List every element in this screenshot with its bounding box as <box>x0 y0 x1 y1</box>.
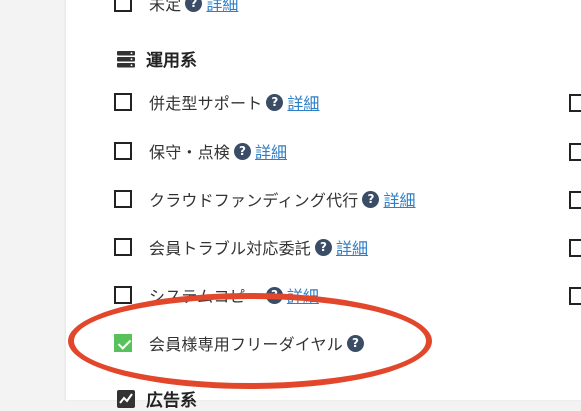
option-row[interactable]: クラウドファンディング代行 ? 詳細 <box>114 186 416 212</box>
option-label: システムコピー <box>149 287 262 306</box>
checkbox[interactable] <box>569 143 581 161</box>
detail-link[interactable]: 詳細 <box>287 283 319 307</box>
section-title: 広告系 <box>146 391 197 411</box>
help-icon[interactable]: ? <box>266 93 284 111</box>
section-heading-ads: 運用系 広告系 <box>116 386 197 411</box>
option-row[interactable]: システムコピー ? 詳細 <box>114 282 319 308</box>
server-icon <box>117 50 135 67</box>
help-icon[interactable]: ? <box>234 142 252 160</box>
checkbox[interactable] <box>114 286 132 304</box>
help-icon[interactable]: ? <box>362 190 380 208</box>
checkbox[interactable] <box>114 93 132 111</box>
chart-icon <box>117 389 135 408</box>
option-row-undecided[interactable]: 未定 ? 詳細 <box>114 0 238 16</box>
detail-link[interactable]: 詳細 <box>336 235 368 259</box>
option-row[interactable]: 併走型サポート ? 詳細 <box>114 89 319 115</box>
option-row[interactable]: 会員トラブル対応委託 ? 詳細 <box>114 234 368 260</box>
option-label: 併走型サポート <box>149 94 263 113</box>
checkbox-checked[interactable] <box>114 334 132 352</box>
option-label: 会員トラブル対応委託 <box>149 239 312 258</box>
detail-link[interactable]: 詳細 <box>206 0 238 15</box>
section-heading-operations: 運用系 <box>116 46 197 71</box>
checkbox[interactable] <box>114 190 132 208</box>
help-icon[interactable]: ? <box>315 238 333 256</box>
option-label: 未定 <box>149 0 182 14</box>
option-label: クラウドファンディング代行 <box>149 191 359 210</box>
help-icon[interactable]: ? <box>185 0 203 12</box>
help-icon[interactable]: ? <box>346 334 364 352</box>
option-label: 会員様専用フリーダイヤル <box>149 335 343 354</box>
checkbox[interactable] <box>569 239 581 257</box>
detail-link[interactable]: 詳細 <box>287 90 319 114</box>
checkbox[interactable] <box>114 142 132 160</box>
help-icon[interactable]: ? <box>265 286 283 304</box>
option-label: 保守・点検 <box>149 143 231 162</box>
option-row-freedial[interactable]: 会員様専用フリーダイヤル ? <box>114 330 364 356</box>
option-row[interactable]: 保守・点検 ? 詳細 <box>114 138 287 164</box>
checkbox[interactable] <box>569 191 581 209</box>
detail-link[interactable]: 詳細 <box>383 187 415 211</box>
detail-link[interactable]: 詳細 <box>255 139 287 163</box>
checkbox[interactable] <box>569 94 581 112</box>
checkbox[interactable] <box>114 238 132 256</box>
checkbox[interactable] <box>114 0 132 12</box>
section-title: 運用系 <box>146 51 197 71</box>
checkbox[interactable] <box>569 287 581 305</box>
